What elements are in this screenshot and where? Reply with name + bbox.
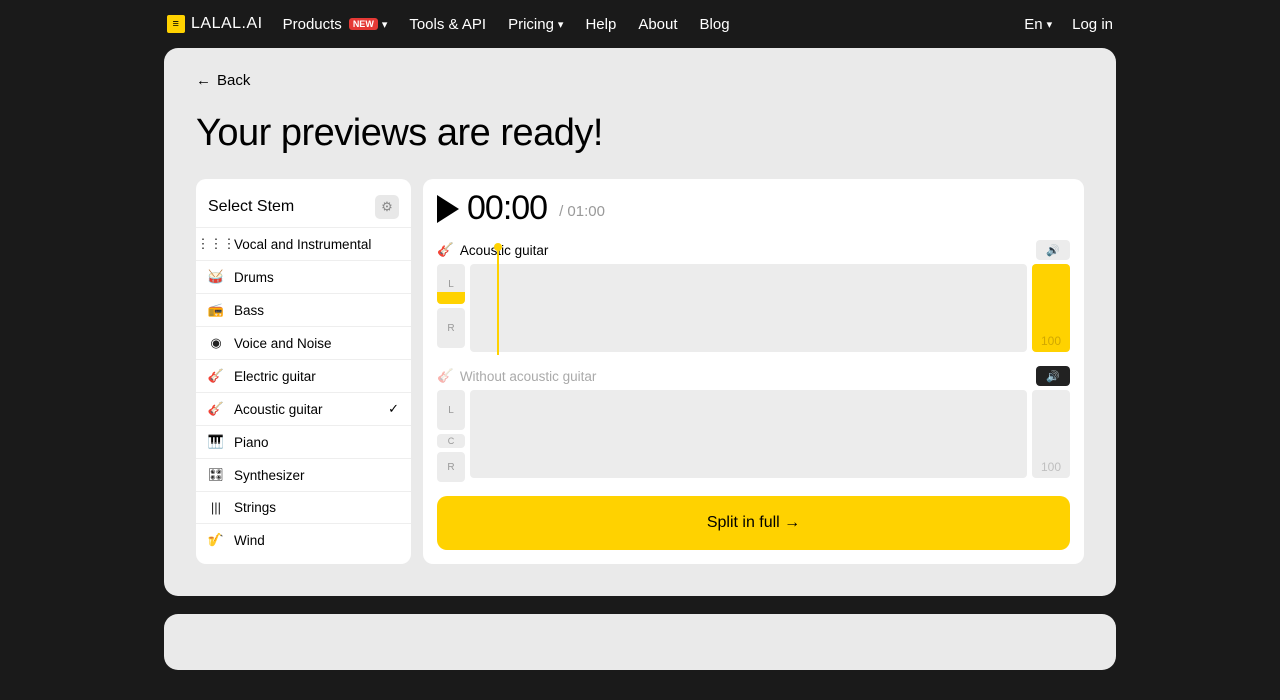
track-without-stem: 🎸 Without acoustic guitar 🔊 L C R 100 [437, 362, 1070, 482]
stem-item-wind[interactable]: 🎷 Wind [196, 523, 411, 556]
channel-r-label: R [437, 452, 465, 482]
back-button[interactable]: ← Back [196, 72, 250, 89]
stem-item-strings[interactable]: ||| Strings [196, 491, 411, 523]
nav-pricing[interactable]: Pricing ▾ [508, 16, 563, 33]
brand-text: LALAL.AI [191, 15, 263, 33]
stem-item-bass[interactable]: 📻 Bass [196, 293, 411, 326]
stem-label: Acoustic guitar [234, 402, 323, 417]
guitar-icon: 🎸 [437, 368, 454, 384]
waveform-without[interactable] [470, 390, 1027, 478]
stem-label: Synthesizer [234, 468, 305, 483]
channel-l-label: L [437, 264, 465, 304]
nav-help[interactable]: Help [585, 16, 616, 33]
strings-icon: ||| [208, 500, 224, 515]
voice-icon: ◉ [208, 335, 224, 351]
stem-label: Piano [234, 435, 269, 450]
channel-l-label: L [437, 390, 465, 430]
channel-r-label: R [437, 308, 465, 348]
stem-label: Strings [234, 500, 276, 515]
sidebar-title: Select Stem [208, 198, 294, 216]
stem-item-piano[interactable]: 🎹 Piano [196, 425, 411, 458]
split-full-button[interactable]: Split in full → [437, 496, 1070, 550]
preview-card: ← Back Your previews are ready! Select S… [164, 48, 1116, 596]
wind-icon: 🎷 [208, 532, 224, 548]
topbar: ≡ LALAL.AI Products NEW ▾ Tools & API Pr… [0, 0, 1280, 48]
stem-label: Electric guitar [234, 369, 316, 384]
drums-icon: 🥁 [208, 269, 224, 285]
stem-label: Voice and Noise [234, 336, 332, 351]
piano-icon: 🎹 [208, 434, 224, 450]
check-icon: ✓ [388, 401, 399, 417]
nav-about[interactable]: About [638, 16, 677, 33]
playhead[interactable] [497, 246, 499, 355]
stem-label: Drums [234, 270, 274, 285]
stem-label: Bass [234, 303, 264, 318]
speaker-icon[interactable]: 🔊 [1036, 240, 1070, 260]
waveform-icon: ⋮⋮⋮ [208, 236, 224, 252]
main-nav: Products NEW ▾ Tools & API Pricing ▾ Hel… [283, 16, 730, 33]
stem-label: Vocal and Instrumental [234, 237, 371, 252]
synth-icon: 🎛 [208, 467, 224, 483]
waveform-with[interactable] [470, 264, 1027, 352]
electric-guitar-icon: 🎸 [208, 368, 224, 384]
login-link[interactable]: Log in [1072, 16, 1113, 33]
volume-without[interactable]: 100 [1032, 390, 1070, 478]
logo-icon: ≡ [167, 15, 185, 33]
nav-products[interactable]: Products NEW ▾ [283, 16, 388, 33]
chevron-down-icon: ▾ [558, 18, 564, 31]
total-time: / 01:00 [559, 203, 605, 220]
logo[interactable]: ≡ LALAL.AI [167, 15, 263, 33]
stem-item-voice-and-noise[interactable]: ◉ Voice and Noise [196, 326, 411, 359]
stem-item-synthesizer[interactable]: 🎛 Synthesizer [196, 458, 411, 491]
play-button[interactable] [437, 195, 459, 223]
nav-tools[interactable]: Tools & API [409, 16, 486, 33]
chevron-down-icon: ▾ [1047, 18, 1053, 31]
chevron-down-icon: ▾ [382, 18, 388, 31]
stem-item-vocal-and-instrumental[interactable]: ⋮⋮⋮ Vocal and Instrumental [196, 227, 411, 260]
new-badge: NEW [349, 18, 378, 30]
track-with-stem: 🎸 Acoustic guitar 🔊 L R 100 [437, 236, 1070, 352]
page-title: Your previews are ready! [196, 112, 1084, 155]
language-selector[interactable]: En ▾ [1024, 16, 1052, 33]
stem-item-electric-guitar[interactable]: 🎸 Electric guitar [196, 359, 411, 392]
next-card [164, 614, 1116, 670]
guitar-icon: 🎸 [437, 242, 454, 258]
player-panel: 00:00 / 01:00 🎸 Acoustic guitar 🔊 L R [423, 179, 1084, 564]
arrow-left-icon: ← [196, 72, 211, 89]
track-with-label: Acoustic guitar [460, 243, 549, 258]
channel-c-label: C [437, 434, 465, 448]
bass-icon: 📻 [208, 302, 224, 318]
stem-sidebar: Select Stem ⚙ ⋮⋮⋮ Vocal and Instrumental 🥁… [196, 179, 411, 564]
nav-blog[interactable]: Blog [700, 16, 730, 33]
current-time: 00:00 [467, 189, 547, 228]
acoustic-guitar-icon: 🎸 [208, 401, 224, 417]
speaker-icon[interactable]: 🔊 [1036, 366, 1070, 386]
gear-icon[interactable]: ⚙ [375, 195, 399, 219]
stem-label: Wind [234, 533, 265, 548]
volume-with[interactable]: 100 [1032, 264, 1070, 352]
stem-item-drums[interactable]: 🥁 Drums [196, 260, 411, 293]
stem-item-acoustic-guitar[interactable]: 🎸 Acoustic guitar ✓ [196, 392, 411, 425]
track-without-label: Without acoustic guitar [460, 369, 597, 384]
